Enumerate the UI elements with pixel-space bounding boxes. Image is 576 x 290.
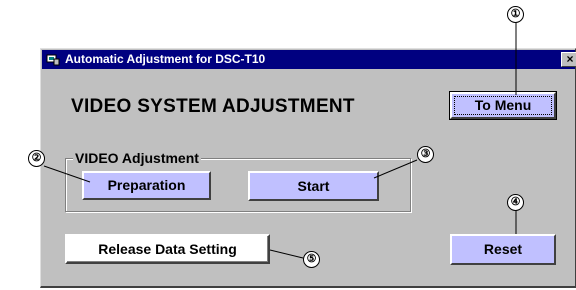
start-button[interactable]: Start (248, 171, 379, 201)
reset-label: Reset (483, 241, 523, 257)
reset-button[interactable]: Reset (450, 234, 556, 265)
release-data-setting-label: Release Data Setting (98, 241, 237, 257)
preparation-button[interactable]: Preparation (82, 171, 211, 200)
app-icon (46, 54, 60, 66)
close-icon[interactable]: × (561, 52, 576, 67)
group-label: VIDEO Adjustment (73, 149, 201, 167)
callout-2: ② (28, 150, 45, 167)
page-title: VIDEO SYSTEM ADJUSTMENT (71, 96, 355, 117)
callout-5: ⑤ (303, 251, 320, 268)
callout-1: ① (507, 6, 524, 23)
callout-4: ④ (507, 194, 524, 211)
callout-3: ③ (417, 146, 434, 163)
window-title: Automatic Adjustment for DSC-T10 (65, 52, 266, 66)
release-data-setting-button[interactable]: Release Data Setting (65, 234, 270, 264)
to-menu-button[interactable]: To Menu (449, 91, 557, 120)
preparation-label: Preparation (107, 177, 186, 193)
title-bar[interactable]: Automatic Adjustment for DSC-T10 × (42, 50, 576, 69)
start-label: Start (297, 178, 330, 194)
focus-ring (454, 96, 552, 115)
